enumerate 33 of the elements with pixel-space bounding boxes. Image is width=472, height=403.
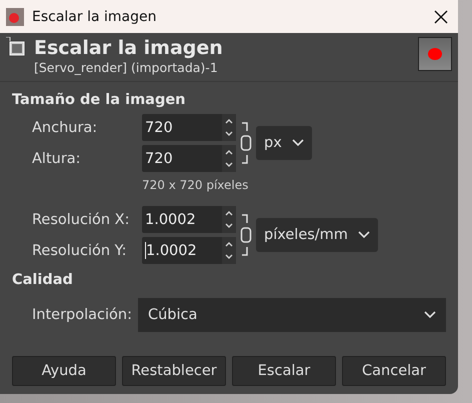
chevron-down-icon [424, 311, 436, 319]
chevron-down-icon [358, 231, 370, 239]
spin-arrows-icon[interactable] [222, 206, 236, 233]
field-label: Resolución X: [32, 212, 130, 228]
dialog-title: Escalar la imagen [34, 37, 224, 60]
dialog-button[interactable]: Ayuda [12, 356, 116, 386]
spin-arrows-icon[interactable] [222, 114, 236, 141]
dialog-button[interactable]: Cancelar [342, 356, 446, 386]
close-icon[interactable] [434, 10, 448, 24]
spin-arrows-icon[interactable] [222, 145, 236, 172]
number-field[interactable]: 1.0002 [142, 206, 236, 233]
number-field[interactable]: 720 [142, 145, 236, 172]
number-field[interactable]: 720 [142, 114, 236, 141]
interpolation-dropdown[interactable]: Cúbica [138, 298, 446, 332]
chevron-down-icon [292, 139, 304, 147]
field-label: Anchura: [32, 120, 98, 136]
spin-arrows-icon[interactable] [222, 237, 236, 264]
dialog-button[interactable]: Restablecer [122, 356, 226, 386]
dialog-button[interactable]: Escalar [232, 356, 336, 386]
unit-dropdown[interactable]: píxeles/mm [256, 218, 378, 252]
image-name: [Servo_render] (importada)-1 [34, 60, 219, 75]
field-label: Interpolación: [32, 307, 132, 323]
image-thumbnail [418, 37, 452, 71]
window-title: Escalar la imagen [32, 8, 158, 24]
number-field[interactable]: 1.0002 [142, 237, 236, 264]
field-label: Altura: [32, 150, 82, 166]
field-label: Resolución Y: [32, 242, 128, 258]
app-icon [6, 8, 24, 26]
section-heading: Calidad [12, 272, 74, 288]
size-summary: 720 x 720 píxeles [142, 177, 250, 194]
section-heading: Tamaño de la imagen [12, 92, 186, 108]
image-icon [6, 37, 26, 57]
unit-dropdown[interactable]: px [256, 126, 312, 160]
